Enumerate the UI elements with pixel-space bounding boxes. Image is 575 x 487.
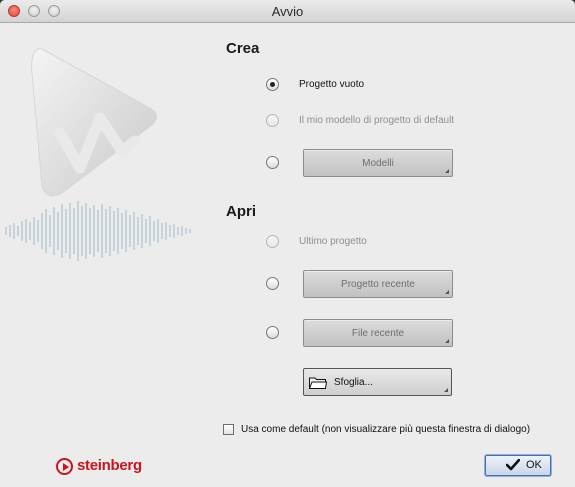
templates-button[interactable]: Modelli [303, 149, 453, 177]
folder-icon [309, 377, 327, 389]
dropdown-corner-icon [445, 339, 449, 343]
dropdown-corner-icon [445, 290, 449, 294]
title-bar: Avvio [0, 0, 575, 23]
radio-empty-project[interactable] [266, 78, 279, 91]
steinberg-logo-icon [56, 458, 73, 475]
radio-last-project[interactable] [266, 235, 279, 248]
last-project-label: Ultimo progetto [299, 236, 367, 247]
use-as-default-checkbox[interactable] [223, 424, 234, 435]
dropdown-corner-icon [445, 169, 449, 173]
waveform-icon [5, 201, 191, 261]
templates-button-label: Modelli [362, 158, 394, 169]
recent-file-button-label: File recente [351, 328, 405, 339]
steinberg-wordmark: steinberg [77, 457, 142, 474]
ok-button-label: OK [526, 459, 542, 471]
use-as-default-label: Usa come default (non visualizzare più q… [241, 424, 531, 435]
startup-dialog: Avvio Crea Progetto vuoto Il mio modello… [0, 0, 575, 487]
dropdown-corner-icon [444, 388, 448, 392]
empty-project-label: Progetto vuoto [299, 79, 365, 90]
radio-templates[interactable] [266, 156, 279, 169]
radio-default-template[interactable] [266, 114, 279, 127]
browse-button[interactable]: Sfoglia... [303, 368, 452, 396]
browse-button-label: Sfoglia... [334, 377, 373, 388]
radio-recent-project[interactable] [266, 277, 279, 290]
recent-project-button[interactable]: Progetto recente [303, 270, 453, 298]
window-title: Avvio [271, 4, 304, 19]
open-heading: Apri [226, 203, 256, 220]
default-template-label: Il mio modello di progetto di default [299, 115, 455, 126]
recent-file-button[interactable]: File recente [303, 319, 453, 347]
checkmark-icon [506, 459, 520, 471]
cubase-logo-icon [5, 47, 191, 261]
radio-recent-file[interactable] [266, 326, 279, 339]
ok-button[interactable]: OK [485, 455, 551, 476]
create-heading: Crea [226, 40, 260, 57]
recent-project-button-label: Progetto recente [341, 279, 415, 290]
